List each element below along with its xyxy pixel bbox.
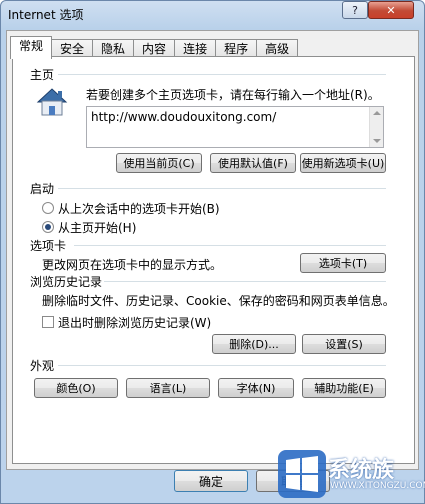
tabs-button[interactable]: 选项卡(T): [300, 253, 386, 273]
fonts-button[interactable]: 字体(N): [218, 378, 294, 398]
window-title: Internet 选项: [8, 8, 84, 22]
home-url-value: http://www.doudouxitong.com/: [91, 110, 277, 124]
divider: [58, 188, 386, 189]
watermark-url: WWW.XITONGZU.COM: [330, 481, 425, 491]
delete-on-exit-label[interactable]: 退出时删除浏览历史记录(W): [58, 314, 211, 331]
home-url-input[interactable]: http://www.doudouxitong.com/: [86, 106, 384, 148]
radio-home-page[interactable]: [42, 221, 54, 233]
radio-home-page-label[interactable]: 从主页开始(H): [58, 219, 136, 236]
watermark-brand: 系统族: [328, 458, 395, 483]
appearance-heading: 外观: [30, 359, 55, 373]
textarea-scrollbar[interactable]: [369, 107, 383, 147]
scroll-up-icon[interactable]: [373, 111, 381, 115]
history-heading: 浏览历史记录: [30, 275, 103, 289]
languages-button[interactable]: 语言(L): [126, 378, 210, 398]
history-description: 删除临时文件、历史记录、Cookie、保存的密码和网页表单信息。: [42, 294, 395, 308]
tabs-heading: 选项卡: [30, 239, 67, 253]
use-new-tab-button[interactable]: 使用新选项卡(U): [300, 153, 386, 173]
divider: [74, 245, 386, 246]
divider: [104, 281, 386, 282]
tabs-description: 更改网页在选项卡中的显示方式。: [42, 258, 223, 272]
history-settings-button[interactable]: 设置(S): [302, 334, 386, 354]
delete-on-exit-checkbox[interactable]: [42, 316, 54, 328]
delete-history-button[interactable]: 删除(D)...: [212, 334, 296, 354]
house-icon: [36, 88, 68, 116]
startup-heading: 启动: [30, 182, 55, 196]
colors-button[interactable]: 颜色(O): [34, 378, 118, 398]
home-description: 若要创建多个主页选项卡，请在每行输入一个地址(R)。: [86, 88, 380, 102]
help-button[interactable]: ?: [342, 1, 368, 19]
ok-button[interactable]: 确定: [174, 470, 248, 492]
use-current-button[interactable]: 使用当前页(C): [116, 153, 202, 173]
home-heading: 主页: [30, 68, 55, 82]
radio-last-session[interactable]: [42, 202, 54, 214]
use-default-button[interactable]: 使用默认值(F): [210, 153, 296, 173]
radio-last-session-label[interactable]: 从上次会话中的选项卡开始(B): [58, 200, 220, 217]
divider: [58, 74, 386, 75]
close-button[interactable]: ✕: [368, 1, 414, 19]
accessibility-button[interactable]: 辅助功能(E): [302, 378, 386, 398]
tab-strip: 常规 安全 隐私 内容 连接 程序 高级: [10, 36, 299, 59]
divider: [58, 365, 386, 366]
scroll-down-icon[interactable]: [373, 139, 381, 143]
tab-general[interactable]: 常规: [10, 36, 53, 59]
